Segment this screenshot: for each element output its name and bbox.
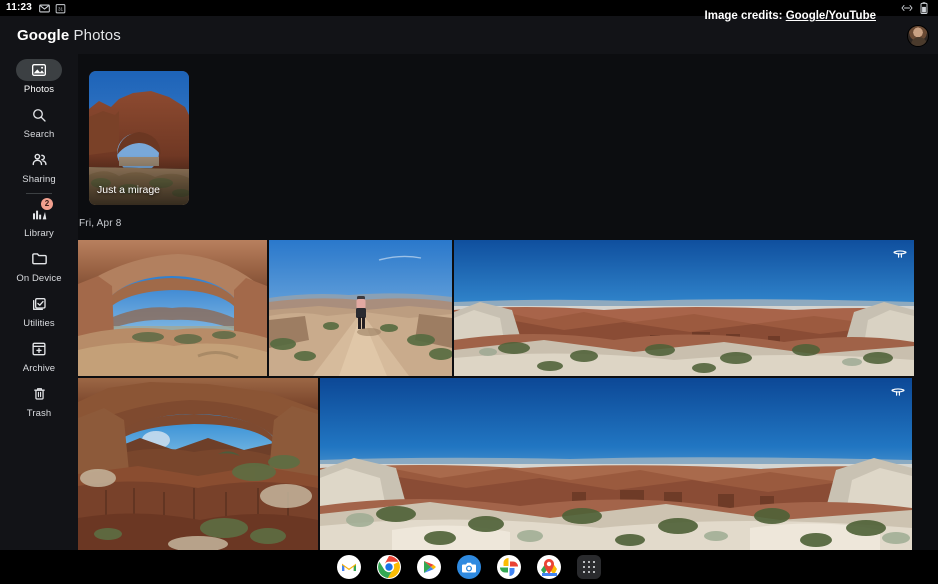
arch-window-photo (78, 240, 267, 376)
photo-grid (78, 240, 938, 550)
sidebar-item-library[interactable]: 2 Library (0, 197, 78, 243)
camera-icon[interactable] (457, 555, 481, 579)
sidebar-item-label: Sharing (22, 173, 56, 185)
avatar[interactable] (907, 25, 929, 47)
chrome-icon[interactable] (377, 555, 401, 579)
date-header: Fri, Apr 8 (79, 218, 122, 229)
devils-garden-panorama-photo (320, 378, 912, 550)
svg-text:31: 31 (58, 6, 64, 11)
sidebar: Photos Search Sharing 2 Library On Devic… (0, 54, 78, 550)
library-badge: 2 (41, 197, 53, 210)
sidebar-item-on-device[interactable]: On Device (0, 243, 78, 288)
sidebar-divider (26, 193, 52, 194)
battery-icon (920, 2, 928, 14)
sidebar-item-label: Archive (22, 362, 56, 374)
search-icon-wrap (16, 104, 62, 126)
image-credits-prefix: Image credits: (704, 10, 786, 22)
sidebar-item-utilities[interactable]: Utilities (0, 288, 78, 333)
folder-icon (31, 253, 47, 265)
sidebar-item-label: Search (23, 128, 55, 140)
sidebar-item-label: Photos (23, 83, 55, 95)
photo-cell-double-o-arch[interactable] (78, 378, 318, 550)
photo-cell-arch-window[interactable] (78, 240, 267, 376)
brand-photos: Photos (69, 26, 121, 44)
trash-icon-wrap (16, 383, 62, 405)
sidebar-item-trash[interactable]: Trash (0, 378, 78, 423)
search-icon (33, 108, 46, 122)
sidebar-item-label: Trash (26, 407, 52, 419)
calendar-icon: 31 (55, 3, 66, 13)
photo-grid-row (78, 378, 938, 550)
gmail-icon[interactable] (337, 555, 361, 579)
sidebar-item-label: On Device (16, 272, 62, 284)
brand-google: Google (17, 26, 70, 44)
google-maps-icon[interactable] (537, 555, 561, 579)
hiker-on-ridge-photo (269, 240, 452, 376)
panorama-icon (891, 388, 905, 396)
photo-cell-canyon-panorama[interactable] (454, 240, 914, 376)
sidebar-item-photos[interactable]: Photos (0, 54, 78, 99)
canyon-panorama-photo (454, 240, 914, 376)
status-notification-icons: 31 (39, 3, 66, 14)
play-store-icon[interactable] (417, 555, 441, 579)
resize-icon (901, 5, 913, 11)
photo-cell-hiker-ridge[interactable] (269, 240, 452, 376)
double-o-arch-photo (78, 378, 318, 550)
system-dock (0, 550, 938, 584)
memory-caption: Just a mirage (97, 184, 161, 196)
sharing-icon (32, 153, 47, 166)
photo-cell-devils-garden-panorama[interactable] (320, 378, 912, 550)
app-drawer-icon[interactable] (577, 555, 601, 579)
image-credits: Image credits: Google/YouTube (705, 10, 876, 22)
google-photos-app: 11:23 31 Google Photos Image credits: Go… (0, 0, 938, 584)
sidebar-item-label: Utilities (23, 317, 55, 329)
archive-icon (32, 342, 46, 355)
status-clock: 11:23 (6, 2, 33, 13)
memory-card[interactable]: Just a mirage (89, 71, 189, 205)
gmail-icon (39, 4, 50, 12)
image-credits-link[interactable]: Google/YouTube (786, 10, 876, 22)
photos-icon-wrap (16, 58, 62, 81)
sidebar-item-archive[interactable]: Archive (0, 333, 78, 378)
archive-icon-wrap (16, 338, 62, 360)
folder-icon-wrap (16, 248, 62, 270)
google-photos-icon[interactable] (497, 555, 521, 579)
sharing-icon-wrap (16, 149, 62, 171)
sidebar-item-search[interactable]: Search (0, 99, 78, 144)
photos-main-content: Just a mirage Fri, Apr 8 (78, 54, 938, 550)
photos-icon (32, 63, 46, 76)
app-brand: Google Photos (17, 27, 121, 44)
trash-icon (33, 388, 45, 400)
sidebar-item-sharing[interactable]: Sharing (0, 144, 78, 189)
utilities-icon-wrap (16, 293, 62, 315)
panorama-icon (893, 250, 907, 258)
status-system-icons (901, 2, 932, 14)
library-icon-wrap: 2 (16, 197, 62, 225)
sidebar-item-label: Library (24, 227, 54, 239)
utilities-icon (33, 297, 46, 310)
photo-grid-row (78, 240, 938, 376)
